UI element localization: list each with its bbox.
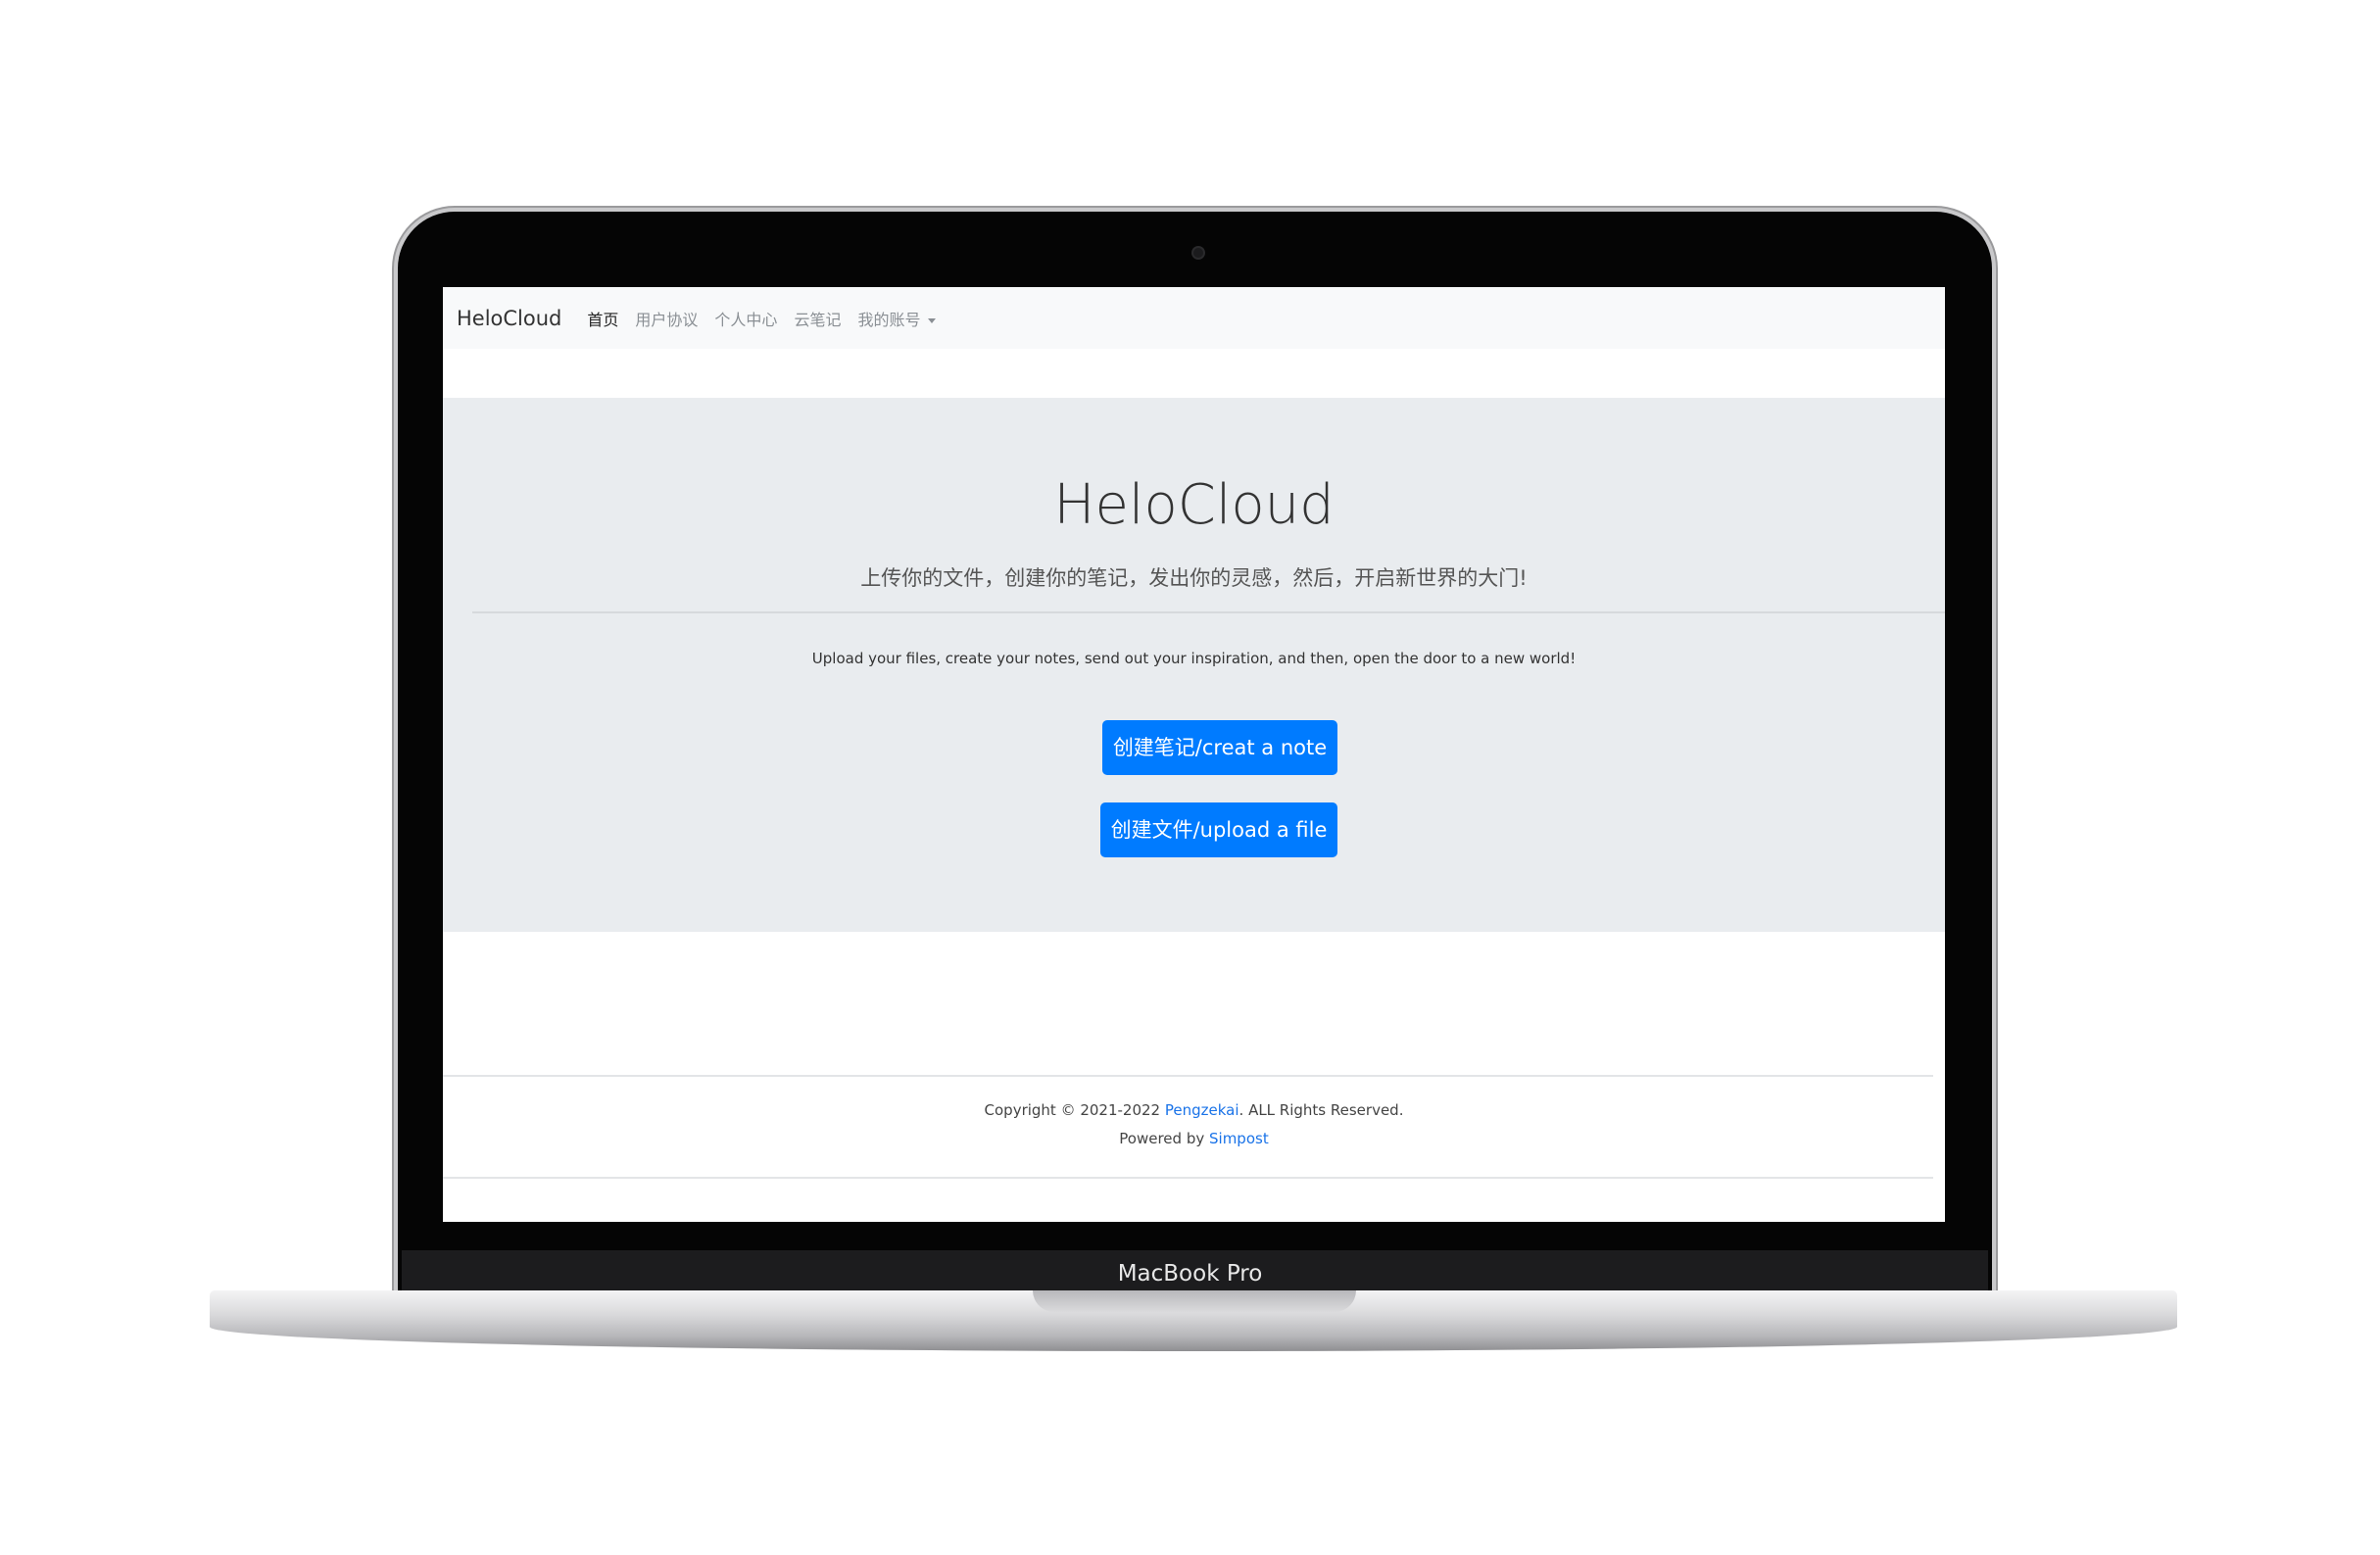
- camera-icon: [1191, 246, 1205, 260]
- copyright-prefix: Copyright © 2021-2022: [984, 1101, 1165, 1119]
- create-note-button[interactable]: 创建笔记/creat a note: [1102, 720, 1337, 775]
- upload-file-button[interactable]: 创建文件/upload a file: [1100, 802, 1337, 857]
- navbar: HeloCloud 首页 用户协议 个人中心 云笔记 我的账号: [443, 287, 1945, 349]
- nav-links: 首页 用户协议 个人中心 云笔记 我的账号: [587, 307, 952, 330]
- nav-item-my-account-dropdown[interactable]: 我的账号: [857, 307, 937, 330]
- nav-item-home[interactable]: 首页: [587, 307, 618, 330]
- author-link[interactable]: Pengzekai: [1165, 1101, 1239, 1119]
- laptop-opening-notch: [1033, 1290, 1356, 1312]
- hero-title: HeloCloud: [1053, 473, 1335, 537]
- hero-lead: 上传你的文件，创建你的笔记，发出你的灵感，然后，开启新世界的大门!: [860, 566, 1528, 590]
- footer-divider-top: [443, 1075, 1933, 1077]
- caret-down-icon: [928, 317, 937, 323]
- nav-item-my-account-label: 我的账号: [857, 310, 921, 329]
- footer-divider-bottom: [443, 1177, 1933, 1179]
- footer-copyright: Copyright © 2021-2022 Pengzekai. ALL Rig…: [443, 1101, 1945, 1119]
- hero-divider: [472, 611, 1945, 613]
- hero-description: Upload your files, create your notes, se…: [811, 650, 1577, 667]
- nav-item-personal-center[interactable]: 个人中心: [714, 307, 777, 330]
- copyright-suffix: . ALL Rights Reserved.: [1239, 1101, 1404, 1119]
- powered-prefix: Powered by: [1119, 1130, 1209, 1147]
- simpost-link[interactable]: Simpost: [1209, 1130, 1269, 1147]
- device-mockup: HeloCloud 首页 用户协议 个人中心 云笔记 我的账号 HeloClou…: [0, 0, 2380, 1555]
- nav-item-user-agreement[interactable]: 用户协议: [635, 307, 698, 330]
- hero-section: HeloCloud 上传你的文件，创建你的笔记，发出你的灵感，然后，开启新世界的…: [443, 398, 1945, 932]
- navbar-brand[interactable]: HeloCloud: [457, 307, 561, 330]
- browser-viewport: HeloCloud 首页 用户协议 个人中心 云笔记 我的账号 HeloClou…: [443, 287, 1945, 1222]
- nav-item-cloud-notes[interactable]: 云笔记: [794, 307, 841, 330]
- footer-powered-by: Powered by Simpost: [443, 1130, 1945, 1147]
